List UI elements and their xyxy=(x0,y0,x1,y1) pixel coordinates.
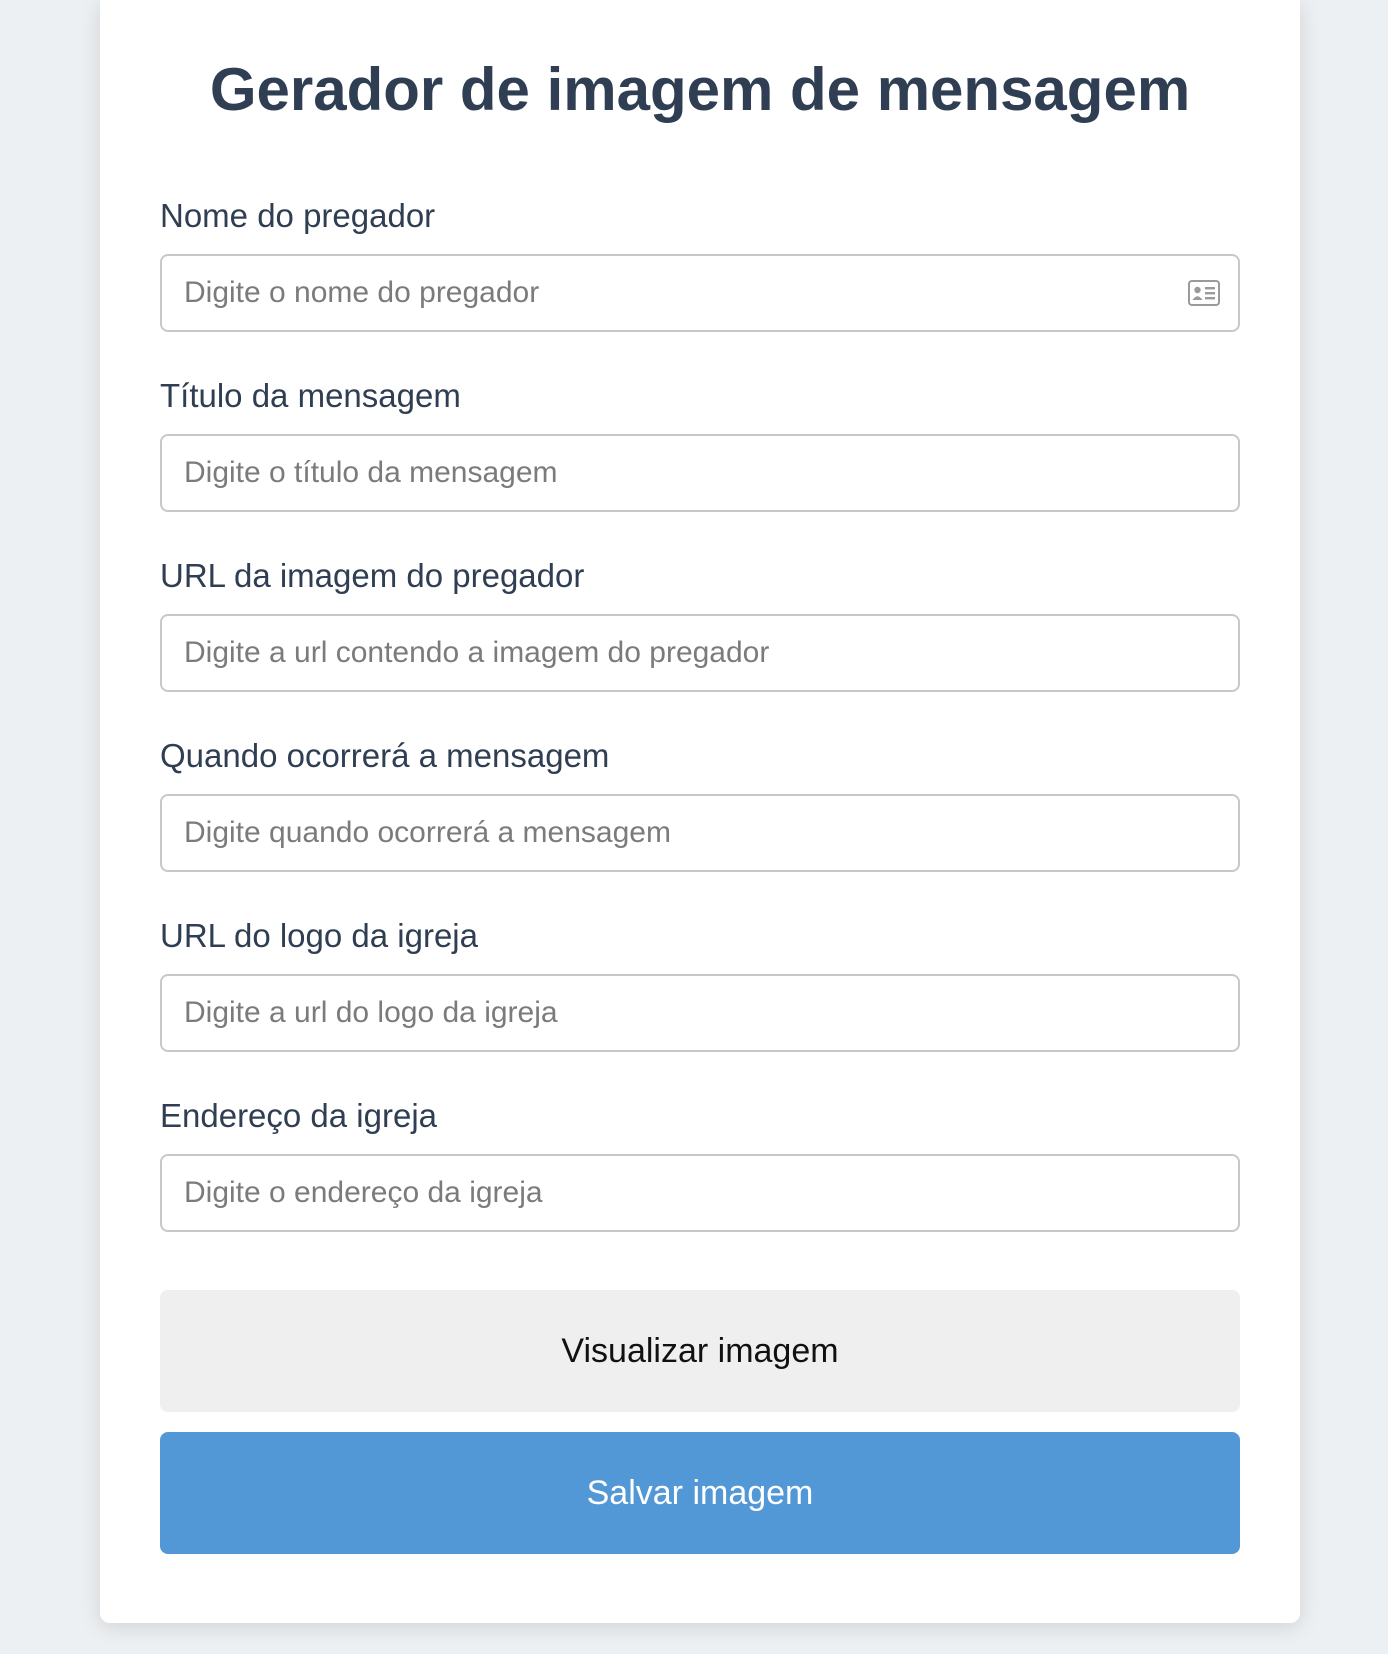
preacher-name-label: Nome do pregador xyxy=(160,197,436,234)
preacher-image-url-label: URL da imagem do pregador xyxy=(160,557,585,594)
message-date-input-wrapper xyxy=(160,794,1240,872)
church-address-label: Endereço da igreja xyxy=(160,1097,438,1134)
preacher-image-url-input[interactable] xyxy=(160,614,1240,692)
church-logo-url-input-wrapper xyxy=(160,974,1240,1052)
church-logo-url-field-group: URL do logo da igreja xyxy=(160,916,1240,1052)
preview-image-button[interactable]: Visualizar imagem xyxy=(160,1290,1240,1412)
church-address-input[interactable] xyxy=(160,1154,1240,1232)
message-title-label: Título da mensagem xyxy=(160,377,461,414)
preacher-name-input[interactable] xyxy=(160,254,1240,332)
church-logo-url-label: URL do logo da igreja xyxy=(160,917,478,954)
save-image-button[interactable]: Salvar imagem xyxy=(160,1432,1240,1554)
church-logo-url-input[interactable] xyxy=(160,974,1240,1052)
church-address-input-wrapper xyxy=(160,1154,1240,1232)
message-title-field-group: Título da mensagem xyxy=(160,376,1240,512)
preacher-name-input-wrapper xyxy=(160,254,1240,332)
church-address-field-group: Endereço da igreja xyxy=(160,1096,1240,1232)
message-date-input[interactable] xyxy=(160,794,1240,872)
preacher-name-field-group: Nome do pregador xyxy=(160,196,1240,332)
contact-card-icon[interactable] xyxy=(1188,280,1220,306)
message-date-label: Quando ocorrerá a mensagem xyxy=(160,737,610,774)
page-title: Gerador de imagem de mensagem xyxy=(209,56,1191,123)
message-title-input[interactable] xyxy=(160,434,1240,512)
form-card: Gerador de imagem de mensagem Nome do pr… xyxy=(100,0,1300,1623)
message-title-input-wrapper xyxy=(160,434,1240,512)
message-date-field-group: Quando ocorrerá a mensagem xyxy=(160,736,1240,872)
preacher-image-url-field-group: URL da imagem do pregador xyxy=(160,556,1240,692)
preacher-image-url-input-wrapper xyxy=(160,614,1240,692)
